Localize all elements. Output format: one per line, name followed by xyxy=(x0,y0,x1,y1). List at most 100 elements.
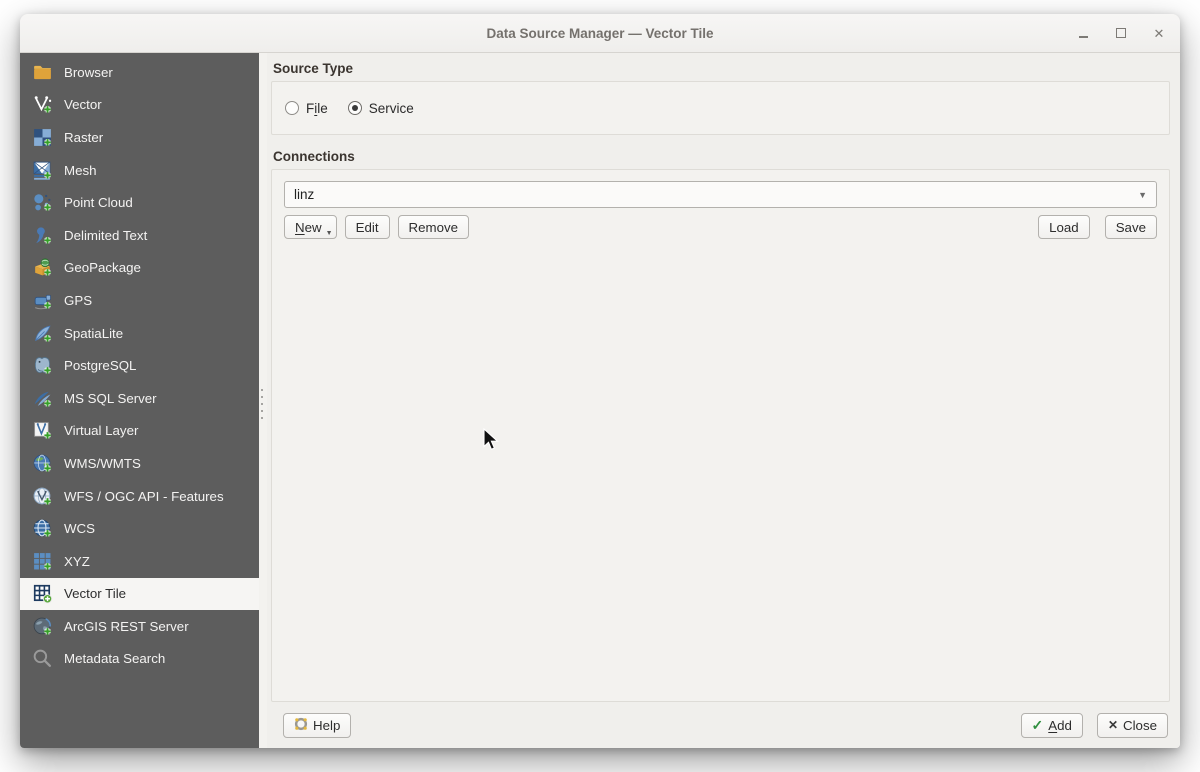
sidebar-item-xyz[interactable]: XYZ xyxy=(20,545,259,578)
raster-icon xyxy=(31,126,53,148)
sidebar-item-label: XYZ xyxy=(64,553,90,569)
help-icon xyxy=(294,717,308,734)
xyz-icon xyxy=(31,550,53,572)
sidebar-item-label: Vector Tile xyxy=(64,586,127,602)
source-type-groupbox: File Service xyxy=(271,81,1170,135)
connections-groupbox: linz ▼ New ▼ Edit Remove Load Save xyxy=(271,169,1170,702)
save-connections-button[interactable]: Save xyxy=(1104,215,1157,239)
sidebar-item-label: Point Cloud xyxy=(64,195,133,211)
main-panel: Source Type File Service Connections linz… xyxy=(267,53,1180,748)
radio-unselected-icon xyxy=(285,101,299,115)
metadata-search-icon xyxy=(31,648,53,670)
connection-buttons: New ▼ Edit Remove Load Save xyxy=(284,215,1157,239)
connection-select[interactable]: linz ▼ xyxy=(284,181,1157,208)
new-connection-label: New xyxy=(295,219,322,235)
vector-icon xyxy=(31,94,53,116)
sidebar-item-label: WMS/WMTS xyxy=(64,455,141,471)
sidebar-item-browser[interactable]: Browser xyxy=(20,56,259,89)
sidebar-item-spatialite[interactable]: SpatiaLite xyxy=(20,317,259,350)
wms-icon xyxy=(31,452,53,474)
sidebar-item-label: Raster xyxy=(64,129,104,145)
sidebar-item-wfs-ogc-api-features[interactable]: WFS / OGC API - Features xyxy=(20,480,259,513)
sidebar-item-mesh[interactable]: Mesh xyxy=(20,154,259,187)
desktop: Data Source Manager — Vector Tile ✕ Brow… xyxy=(0,0,1200,772)
arcgis-icon xyxy=(31,615,53,637)
sidebar-item-gps[interactable]: GPS xyxy=(20,284,259,317)
checkmark-icon: ✓ xyxy=(1031,716,1044,733)
sidebar-item-label: WCS xyxy=(64,521,96,537)
radio-selected-icon xyxy=(347,101,362,115)
add-button[interactable]: ✓ Add xyxy=(1020,712,1083,738)
window-body: Browser Vector Raster Mesh Point Cloud Delimi… xyxy=(20,53,1180,748)
remove-connection-button[interactable]: Remove xyxy=(397,215,470,239)
radio-label: File xyxy=(306,100,328,116)
sidebar-item-delimited-text[interactable]: Delimited Text xyxy=(20,219,259,252)
source-type-sidebar: Browser Vector Raster Mesh Point Cloud Delimi… xyxy=(20,53,259,748)
help-label: Help xyxy=(313,717,341,733)
minimize-icon[interactable] xyxy=(1076,26,1090,40)
wcs-icon xyxy=(31,518,53,540)
sidebar-item-virtual-layer[interactable]: Virtual Layer xyxy=(20,415,259,448)
postgresql-icon xyxy=(31,355,53,377)
point-cloud-icon xyxy=(31,192,53,214)
virtual-layer-icon xyxy=(31,420,53,442)
splitter-grip-icon xyxy=(261,389,263,419)
radio-service[interactable]: Service xyxy=(347,100,414,116)
sidebar-item-ms-sql-server[interactable]: MS SQL Server xyxy=(20,382,259,415)
sidebar-item-postgresql[interactable]: PostgreSQL xyxy=(20,349,259,382)
sidebar-item-label: Virtual Layer xyxy=(64,423,139,439)
sidebar-item-metadata-search[interactable]: Metadata Search xyxy=(20,643,259,676)
sidebar-item-label: PostgreSQL xyxy=(64,358,137,374)
sidebar-item-label: GPS xyxy=(64,292,93,308)
add-label: Add xyxy=(1048,717,1072,733)
sidebar-item-label: Metadata Search xyxy=(64,651,166,667)
radio-label: Service xyxy=(368,100,414,116)
connections-heading: Connections xyxy=(273,149,355,164)
help-button[interactable]: Help xyxy=(283,712,352,738)
sidebar-item-label: Mesh xyxy=(64,162,97,178)
window-title: Data Source Manager — Vector Tile xyxy=(486,25,714,41)
maximize-icon[interactable] xyxy=(1114,26,1128,40)
sidebar-item-label: Vector xyxy=(64,97,102,113)
new-connection-button[interactable]: New ▼ xyxy=(284,215,337,239)
window-controls: ✕ xyxy=(1076,14,1166,52)
sidebar-item-arcgis-rest-server[interactable]: ArcGIS REST Server xyxy=(20,610,259,643)
mesh-icon xyxy=(31,159,53,181)
delimited-text-icon xyxy=(31,224,53,246)
connection-select-value: linz xyxy=(294,187,315,202)
sidebar-item-point-cloud[interactable]: Point Cloud xyxy=(20,186,259,219)
radio-file[interactable]: File xyxy=(285,101,328,116)
sidebar-item-label: Delimited Text xyxy=(64,227,148,243)
data-source-manager-window: Data Source Manager — Vector Tile ✕ Brow… xyxy=(20,14,1180,748)
sidebar-item-wcs[interactable]: WCS xyxy=(20,512,259,545)
source-type-heading: Source Type xyxy=(273,61,354,76)
vector-tile-icon xyxy=(31,583,53,605)
close-button[interactable]: ✕ Close xyxy=(1096,712,1168,738)
sidebar-item-wms-wmts[interactable]: WMS/WMTS xyxy=(20,447,259,480)
edit-connection-button[interactable]: Edit xyxy=(344,215,390,239)
sidebar-item-geopackage[interactable]: GeoPackage xyxy=(20,252,259,285)
geopackage-icon xyxy=(31,257,53,279)
wfs-icon xyxy=(31,485,53,507)
dialog-button-bar: Help ✓ Add ✕ Close xyxy=(271,710,1170,740)
sidebar-item-label: WFS / OGC API - Features xyxy=(64,488,224,504)
close-icon[interactable]: ✕ xyxy=(1152,26,1166,40)
close-label: Close xyxy=(1123,717,1157,733)
sidebar-item-raster[interactable]: Raster xyxy=(20,121,259,154)
sidebar-item-label: SpatiaLite xyxy=(64,325,124,341)
menu-arrow-icon: ▼ xyxy=(325,230,333,237)
sidebar-item-label: MS SQL Server xyxy=(64,390,157,406)
mssql-icon xyxy=(31,387,53,409)
x-icon: ✕ xyxy=(1107,718,1118,732)
folder-icon xyxy=(31,61,53,83)
splitter-handle[interactable] xyxy=(259,53,267,748)
sidebar-item-label: ArcGIS REST Server xyxy=(64,618,189,634)
sidebar-item-label: GeoPackage xyxy=(64,260,141,276)
load-connections-button[interactable]: Load xyxy=(1038,215,1090,239)
sidebar-item-vector-tile[interactable]: Vector Tile xyxy=(20,577,259,611)
gps-icon xyxy=(31,289,53,311)
sidebar-item-label: Browser xyxy=(64,64,113,80)
sidebar-item-vector[interactable]: Vector xyxy=(20,89,259,122)
chevron-down-icon: ▼ xyxy=(1138,189,1147,200)
titlebar[interactable]: Data Source Manager — Vector Tile ✕ xyxy=(20,14,1180,53)
